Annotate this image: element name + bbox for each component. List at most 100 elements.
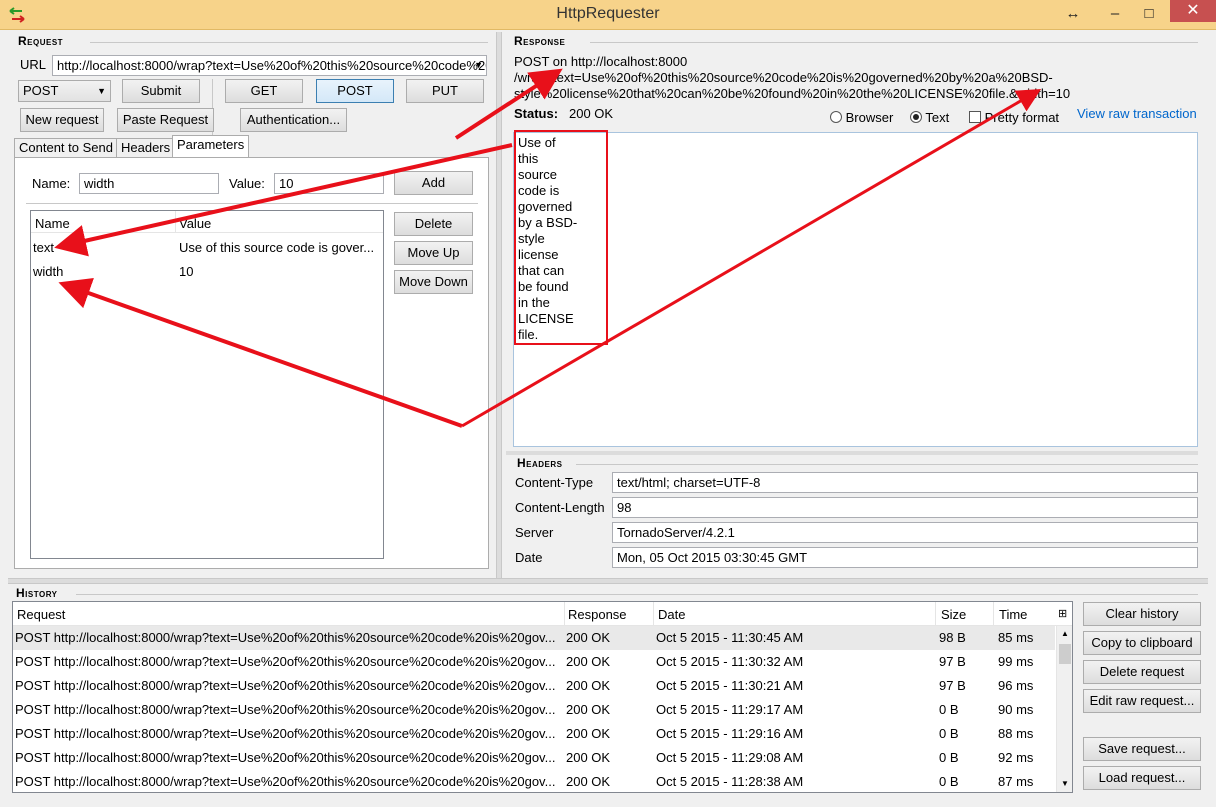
minimize-button[interactable]: – (1100, 2, 1130, 26)
tab-headers[interactable]: Headers (116, 138, 176, 157)
edit-raw-request-button[interactable]: Edit raw request... (1083, 689, 1201, 713)
response-url-line-1: POST on http://localhost:8000 (514, 54, 688, 69)
history-cell-time: 85 ms (998, 630, 1034, 645)
params-list[interactable]: Name Value text Use of this source code … (30, 210, 384, 559)
history-cell-time: 92 ms (998, 750, 1034, 765)
copy-to-clipboard-button[interactable]: Copy to clipboard (1083, 631, 1201, 655)
header-name-content-type: Content-Type (515, 475, 594, 490)
view-raw-transaction-link[interactable]: View raw transaction (1077, 106, 1197, 121)
response-body[interactable] (513, 132, 1198, 447)
history-splitter[interactable] (8, 578, 1208, 584)
load-request-button[interactable]: Load request... (1083, 766, 1201, 790)
header-value-date[interactable]: Mon, 05 Oct 2015 03:30:45 GMT (612, 547, 1198, 568)
param-name-input[interactable]: width (79, 173, 219, 194)
params-col-value[interactable]: Value (179, 216, 211, 231)
scrollbar-thumb[interactable] (1059, 644, 1071, 664)
history-col-response[interactable]: Response (568, 607, 627, 622)
delete-param-button[interactable]: Delete (394, 212, 473, 236)
history-rows: POST http://localhost:8000/wrap?text=Use… (13, 626, 1055, 792)
history-row[interactable]: POST http://localhost:8000/wrap?text=Use… (13, 746, 1055, 770)
history-col-date[interactable]: Date (658, 607, 685, 622)
history-row[interactable]: POST http://localhost:8000/wrap?text=Use… (13, 626, 1055, 650)
tab-content-to-send[interactable]: Content to Send (14, 138, 118, 157)
close-button[interactable]: ✕ (1170, 0, 1216, 22)
headers-heading: Headers (517, 456, 563, 470)
chevron-down-icon: ▼ (97, 86, 106, 96)
col-divider (993, 602, 994, 626)
param-value-input[interactable]: 10 (274, 173, 384, 194)
param-divider (26, 203, 478, 204)
param-row-value: Use of this source code is gover... (179, 240, 375, 255)
history-col-size[interactable]: Size (941, 607, 966, 622)
response-heading-rule (590, 42, 1198, 43)
annotation-highlight-box (514, 130, 608, 345)
vertical-splitter[interactable] (496, 32, 502, 578)
history-scrollbar[interactable]: ▲ ▼ (1056, 626, 1072, 792)
post-button[interactable]: POST (316, 79, 394, 103)
text-option[interactable]: Text (910, 110, 949, 125)
history-row[interactable]: POST http://localhost:8000/wrap?text=Use… (13, 722, 1055, 746)
history-row[interactable]: POST http://localhost:8000/wrap?text=Use… (13, 674, 1055, 698)
request-heading: Request (18, 34, 64, 48)
save-request-button[interactable]: Save request... (1083, 737, 1201, 761)
tab-parameters[interactable]: Parameters (172, 135, 250, 158)
history-cell-date: Oct 5 2015 - 11:28:38 AM (656, 774, 804, 789)
history-cell-time: 99 ms (998, 654, 1034, 669)
method-select[interactable]: POST ▼ (18, 80, 111, 102)
paste-request-button[interactable]: Paste Request (117, 108, 214, 132)
param-row[interactable]: text Use of this source code is gover... (32, 240, 382, 260)
add-param-button[interactable]: Add (394, 171, 473, 195)
history-cell-response: 200 OK (566, 726, 611, 741)
response-headers-splitter[interactable] (506, 451, 1198, 455)
param-row[interactable]: width 10 (32, 264, 382, 284)
history-cell-time: 96 ms (998, 678, 1034, 693)
new-request-button[interactable]: New request (20, 108, 104, 132)
scroll-down-icon[interactable]: ▼ (1057, 776, 1072, 792)
history-cell-date: Oct 5 2015 - 11:29:16 AM (656, 726, 804, 741)
history-cell-date: Oct 5 2015 - 11:29:08 AM (656, 750, 804, 765)
pretty-format-option[interactable]: Pretty format (969, 110, 1059, 125)
history-list[interactable]: Request Response Date Size Time ⊞ POST h… (12, 601, 1073, 793)
checkbox-icon[interactable] (969, 111, 981, 123)
history-row[interactable]: POST http://localhost:8000/wrap?text=Use… (13, 770, 1055, 792)
method-select-value: POST (23, 83, 59, 98)
history-row[interactable]: POST http://localhost:8000/wrap?text=Use… (13, 698, 1055, 722)
pretty-format-label: Pretty format (984, 110, 1060, 125)
clear-history-button[interactable]: Clear history (1083, 602, 1201, 626)
history-cell-request: POST http://localhost:8000/wrap?text=Use… (15, 678, 556, 693)
header-value-server[interactable]: TornadoServer/4.2.1 (612, 522, 1198, 543)
history-cell-request: POST http://localhost:8000/wrap?text=Use… (15, 750, 556, 765)
history-cell-date: Oct 5 2015 - 11:30:32 AM (656, 654, 804, 669)
history-cell-date: Oct 5 2015 - 11:30:45 AM (656, 630, 804, 645)
param-row-value: 10 (179, 264, 194, 279)
col-divider (935, 602, 936, 626)
history-col-time[interactable]: Time (999, 607, 1027, 622)
submit-button[interactable]: Submit (122, 79, 200, 103)
title-bar: HttpRequester ↔ – □ ✕ (0, 0, 1216, 30)
put-button[interactable]: PUT (406, 79, 484, 103)
history-col-request[interactable]: Request (17, 607, 65, 622)
authentication-button[interactable]: Authentication... (240, 108, 347, 132)
history-cell-request: POST http://localhost:8000/wrap?text=Use… (15, 726, 556, 741)
column-picker-icon[interactable]: ⊞ (1058, 607, 1067, 620)
header-value-content-length[interactable]: 98 (612, 497, 1198, 518)
history-cell-request: POST http://localhost:8000/wrap?text=Use… (15, 774, 556, 789)
headers-heading-rule (576, 464, 1198, 465)
restore-arrows-icon[interactable]: ↔ (1058, 2, 1088, 26)
browser-option[interactable]: Browser (830, 110, 893, 125)
history-row[interactable]: POST http://localhost:8000/wrap?text=Use… (13, 650, 1055, 674)
scroll-up-icon[interactable]: ▲ (1057, 626, 1072, 642)
delete-request-button[interactable]: Delete request (1083, 660, 1201, 684)
move-up-button[interactable]: Move Up (394, 241, 473, 265)
maximize-button[interactable]: □ (1134, 2, 1164, 26)
history-cell-size: 98 B (939, 630, 966, 645)
move-down-button[interactable]: Move Down (394, 270, 473, 294)
params-col-name[interactable]: Name (35, 216, 70, 231)
chevron-down-icon[interactable]: ▼ (474, 56, 483, 75)
radio-selected-icon[interactable] (910, 111, 922, 123)
url-input[interactable]: http://localhost:8000/wrap?text=Use%20of… (52, 55, 487, 76)
get-button[interactable]: GET (225, 79, 303, 103)
header-value-content-type[interactable]: text/html; charset=UTF-8 (612, 472, 1198, 493)
radio-icon[interactable] (830, 111, 842, 123)
text-option-label: Text (925, 110, 950, 125)
